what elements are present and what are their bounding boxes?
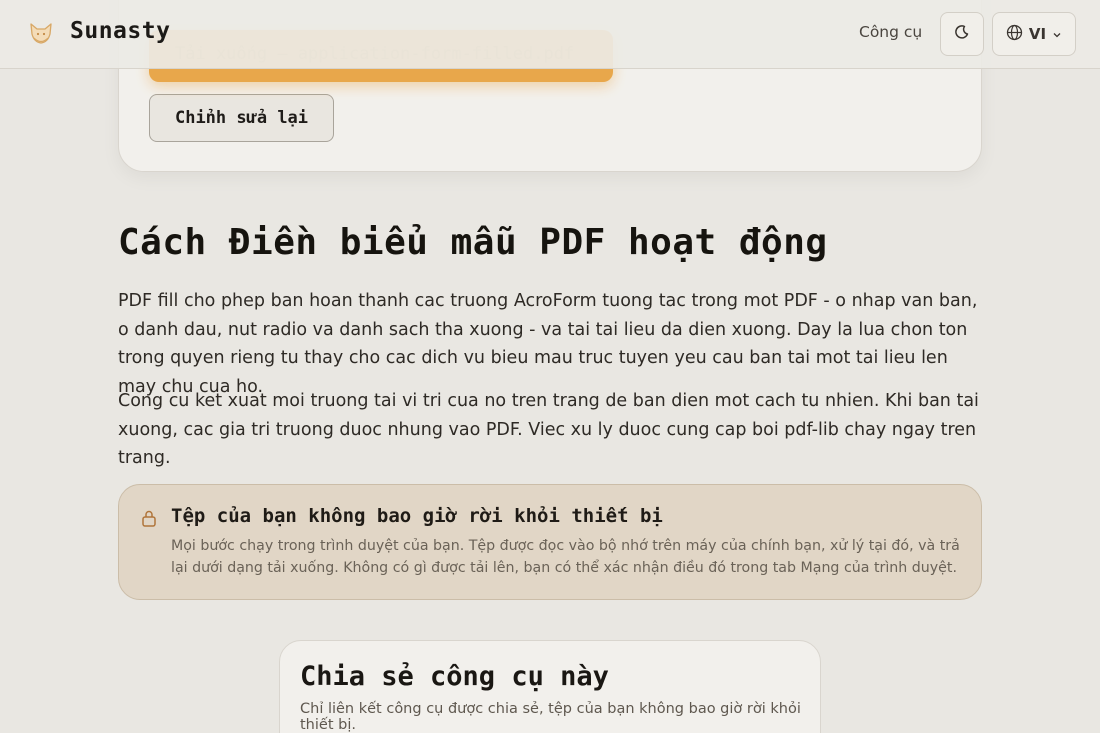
nav-tools-link[interactable]: Công cụ xyxy=(859,23,922,41)
share-card: Chia sẻ công cụ này Chỉ liên kết công cụ… xyxy=(279,640,821,733)
privacy-text: Mọi bước chạy trong trình duyệt của bạn.… xyxy=(171,538,960,576)
about-paragraph-1: PDF fill cho phep ban hoan thanh cac tru… xyxy=(118,291,978,397)
privacy-notice: Tệp của bạn không bao giờ rời khỏi thiết… xyxy=(118,484,982,600)
about-paragraph-2: Cong cu ket xuat moi truong tai vi tri c… xyxy=(118,391,979,468)
globe-icon xyxy=(1006,24,1023,45)
lock-icon xyxy=(141,509,157,531)
section-title: Cách Điền biểu mẫu PDF hoạt động xyxy=(118,222,828,263)
brand-name[interactable]: Sunasty xyxy=(70,18,170,44)
share-title: Chia sẻ công cụ này xyxy=(300,661,609,692)
moon-icon xyxy=(954,24,970,44)
share-subtitle: Chỉ liên kết công cụ được chia sẻ, tệp c… xyxy=(300,701,801,733)
fox-icon[interactable] xyxy=(26,18,56,48)
language-label: VI xyxy=(1028,25,1047,43)
language-selector[interactable]: VI xyxy=(992,12,1076,56)
chevron-down-icon xyxy=(1052,25,1062,44)
theme-toggle-button[interactable] xyxy=(940,12,984,56)
edit-again-button[interactable]: Chỉnh sửa lại xyxy=(149,94,334,142)
site-header: Sunasty Công cụ VI xyxy=(0,0,1100,69)
privacy-title: Tệp của bạn không bao giờ rời khỏi thiết… xyxy=(171,505,663,527)
